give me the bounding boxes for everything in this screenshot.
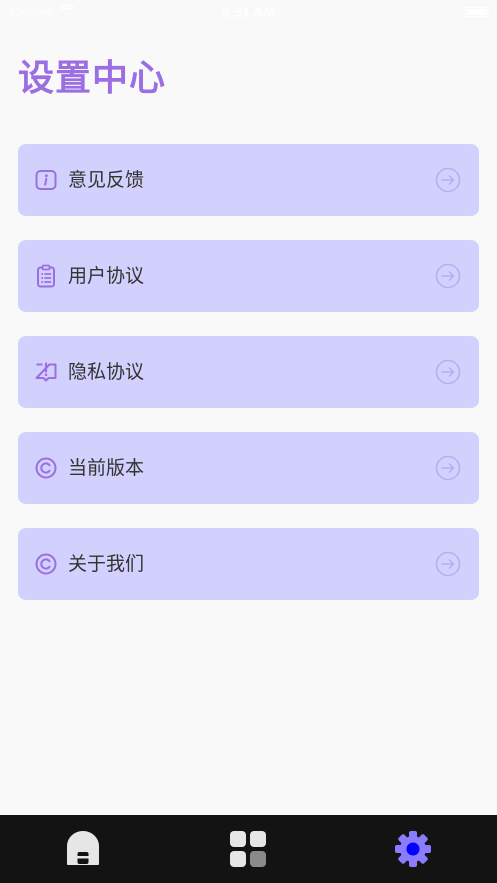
settings-list: 意见反馈 用户协议 隐私协议 当前版本 关于我们 [18, 144, 479, 624]
arrow-right-circle-icon [435, 263, 461, 289]
settings-item-label: 关于我们 [68, 553, 145, 575]
arrow-right-circle-icon [435, 455, 461, 481]
settings-item-label: 用户协议 [68, 265, 145, 287]
arrow-right-circle-icon [435, 359, 461, 385]
settings-item-current-version[interactable]: 当前版本 [18, 432, 479, 504]
arrow-right-circle-icon [435, 167, 461, 193]
tab-bar [0, 815, 497, 883]
tab-home[interactable] [63, 829, 103, 869]
status-bar: Carrier 3:51 AM [0, 0, 497, 26]
tab-apps[interactable] [228, 829, 268, 869]
clipboard-icon [34, 264, 58, 288]
settings-item-label: 隐私协议 [68, 361, 145, 383]
settings-item-about-us[interactable]: 关于我们 [18, 528, 479, 600]
settings-item-user-agreement[interactable]: 用户协议 [18, 240, 479, 312]
settings-item-label: 意见反馈 [68, 169, 145, 191]
status-time: 3:51 AM [221, 4, 276, 20]
home-icon [63, 829, 103, 869]
info-icon [34, 168, 58, 192]
tab-settings[interactable] [393, 829, 433, 869]
settings-item-feedback[interactable]: 意见反馈 [18, 144, 479, 216]
settings-gear-icon [393, 829, 433, 869]
copyright-icon [34, 456, 58, 480]
copyright-icon [34, 552, 58, 576]
privacy-alert-icon [34, 360, 58, 384]
arrow-right-circle-icon [435, 551, 461, 577]
settings-item-label: 当前版本 [68, 457, 145, 479]
settings-item-privacy-policy[interactable]: 隐私协议 [18, 336, 479, 408]
page-title: 设置中心 [18, 58, 167, 99]
battery-icon [465, 7, 489, 17]
apps-grid-icon [228, 829, 268, 869]
